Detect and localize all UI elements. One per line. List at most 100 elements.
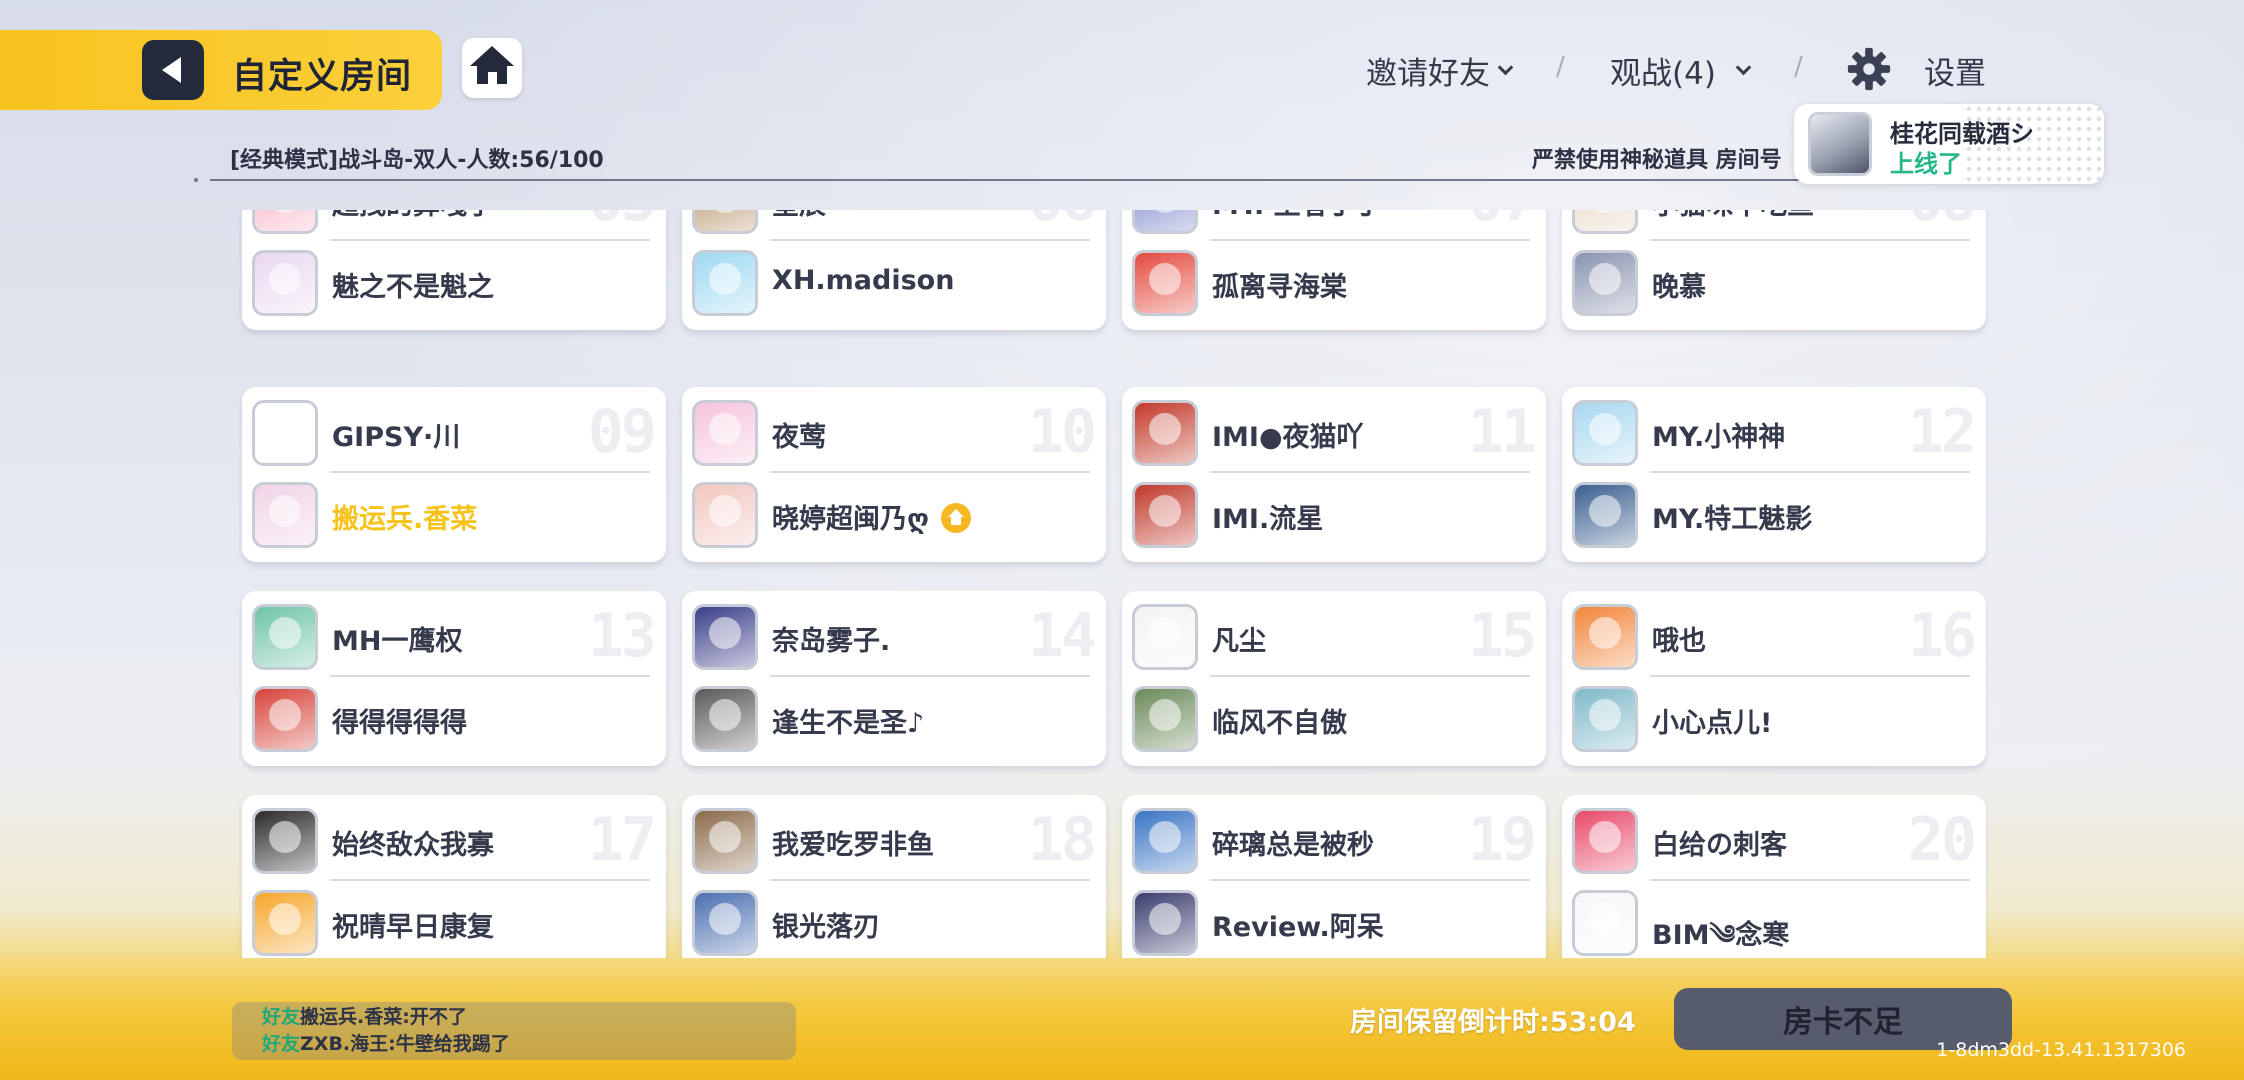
avatar[interactable] <box>692 604 758 670</box>
chat-box[interactable]: 好友搬运兵.香菜:开不了 好友ZXB.海王:牛壁给我踢了 <box>232 1002 796 1060</box>
avatar[interactable] <box>1572 250 1638 316</box>
avatar[interactable] <box>692 686 758 752</box>
player-slot[interactable]: 小猫咪不吃鱼 <box>1572 210 1972 237</box>
player-name-text: 小心点儿! <box>1652 708 1773 739</box>
player-slot[interactable]: 魅之不是魁之 <box>252 247 652 319</box>
gear-icon[interactable] <box>1846 46 1892 92</box>
slot-divider <box>770 675 1090 677</box>
team-card[interactable]: 19 碎璃总是被秒 Review.阿呆 <box>1122 795 1546 958</box>
team-card[interactable]: 09 GIPSY·川 搬运兵.香菜 <box>242 387 666 562</box>
team-card[interactable]: 14 奈岛雾子. 逢生不是圣♪ <box>682 591 1106 766</box>
avatar[interactable] <box>252 482 318 548</box>
player-slot[interactable]: 临风不自傲 <box>1132 683 1532 755</box>
player-name: XH.madison <box>772 265 954 296</box>
slot-divider <box>1650 471 1970 473</box>
team-card[interactable]: 13 MH一鹰权 得得得得得 <box>242 591 666 766</box>
avatar[interactable] <box>252 686 318 752</box>
avatar[interactable] <box>692 250 758 316</box>
player-slot[interactable]: BIM༄念寒 <box>1572 887 1972 958</box>
player-slot[interactable]: 哦也 <box>1572 601 1972 673</box>
team-card[interactable]: 18 我爱吃罗非鱼 银光落刃 <box>682 795 1106 958</box>
team-card[interactable]: 07MY. 王者丁丁孤离寻海棠 <box>1122 210 1546 330</box>
team-grid[interactable]: 05超拽的鼻嘎子魅之不是魁之06星辰XH.madison07MY. 王者丁丁孤离… <box>238 210 1988 958</box>
avatar[interactable] <box>252 890 318 956</box>
team-card[interactable]: 08小猫咪不吃鱼晚慕 <box>1562 210 1986 330</box>
player-slot[interactable]: GIPSY·川 <box>252 397 652 469</box>
spectate-button[interactable]: 观战(4) <box>1610 48 1752 93</box>
menu-separator: / <box>1556 52 1565 82</box>
friend-online-toast[interactable]: 桂花同载酒シ 上线了 <box>1794 104 2104 184</box>
player-slot[interactable]: MY.小神神 <box>1572 397 1972 469</box>
avatar[interactable] <box>1572 400 1638 466</box>
team-card[interactable]: 06星辰XH.madison <box>682 210 1106 330</box>
avatar[interactable] <box>1572 482 1638 548</box>
avatar[interactable] <box>1572 686 1638 752</box>
player-name: BIM༄念寒 <box>1652 905 1789 958</box>
player-slot[interactable]: 碎璃总是被秒 <box>1132 805 1532 877</box>
player-slot[interactable]: 银光落刃 <box>692 887 1092 958</box>
player-slot[interactable]: 夜莺 <box>692 397 1092 469</box>
team-card[interactable]: 20 白给の刺客 BIM༄念寒 <box>1562 795 1986 958</box>
player-name: MH一鹰权 <box>332 619 462 658</box>
player-slot[interactable]: 凡尘 <box>1132 601 1532 673</box>
avatar[interactable] <box>252 604 318 670</box>
player-slot[interactable]: 我爱吃罗非鱼 <box>692 805 1092 877</box>
avatar[interactable] <box>1132 604 1198 670</box>
avatar[interactable] <box>1132 250 1198 316</box>
player-slot[interactable]: XH.madison <box>692 247 1092 319</box>
player-slot[interactable]: 超拽的鼻嘎子 <box>252 210 652 237</box>
slot-divider <box>1650 239 1970 241</box>
player-slot[interactable]: MY. 王者丁丁 <box>1132 210 1532 237</box>
player-slot[interactable]: IMI●夜猫吖 <box>1132 397 1532 469</box>
player-slot[interactable]: Review.阿呆 <box>1132 887 1532 958</box>
avatar[interactable] <box>1132 686 1198 752</box>
page-title: 自定义房间 <box>232 57 413 97</box>
avatar[interactable] <box>1132 210 1198 234</box>
team-card[interactable]: 11 IMI●夜猫吖 IMI.流星 <box>1122 387 1546 562</box>
player-slot[interactable]: 祝晴早日康复 <box>252 887 652 958</box>
avatar[interactable] <box>1572 604 1638 670</box>
player-slot[interactable]: MY.特工魅影 <box>1572 479 1972 551</box>
avatar[interactable] <box>692 890 758 956</box>
player-slot[interactable]: 晓婷超闽乃ღ <box>692 479 1092 551</box>
avatar[interactable] <box>692 482 758 548</box>
avatar[interactable] <box>692 210 758 234</box>
avatar[interactable] <box>692 400 758 466</box>
home-button[interactable] <box>462 38 522 98</box>
player-slot[interactable]: 得得得得得 <box>252 683 652 755</box>
player-name: 得得得得得 <box>332 701 467 740</box>
player-slot[interactable]: 搬运兵.香菜 <box>252 479 652 551</box>
team-card[interactable]: 05超拽的鼻嘎子魅之不是魁之 <box>242 210 666 330</box>
avatar[interactable] <box>1572 890 1638 956</box>
team-card[interactable]: 10 夜莺 晓婷超闽乃ღ <box>682 387 1106 562</box>
player-slot[interactable]: 星辰 <box>692 210 1092 237</box>
avatar[interactable] <box>252 210 318 234</box>
avatar[interactable] <box>1132 890 1198 956</box>
avatar[interactable] <box>1132 482 1198 548</box>
settings-button[interactable]: 设置 <box>1924 48 1986 93</box>
avatar[interactable] <box>252 250 318 316</box>
player-slot[interactable]: 逢生不是圣♪ <box>692 683 1092 755</box>
avatar[interactable] <box>692 808 758 874</box>
avatar[interactable] <box>252 808 318 874</box>
back-button[interactable] <box>142 40 204 100</box>
player-slot[interactable]: 始终敌众我寡 <box>252 805 652 877</box>
avatar[interactable] <box>1572 808 1638 874</box>
avatar[interactable] <box>252 400 318 466</box>
invite-friends-button[interactable]: 邀请好友 <box>1366 48 1514 93</box>
player-slot[interactable]: 奈岛雾子. <box>692 601 1092 673</box>
player-slot[interactable]: 小心点儿! <box>1572 683 1972 755</box>
team-card[interactable]: 15 凡尘 临风不自傲 <box>1122 591 1546 766</box>
player-name-text: 晓婷超闽乃ღ <box>772 504 929 535</box>
team-card[interactable]: 12 MY.小神神 MY.特工魅影 <box>1562 387 1986 562</box>
avatar[interactable] <box>1132 808 1198 874</box>
avatar[interactable] <box>1572 210 1638 234</box>
player-slot[interactable]: 晚慕 <box>1572 247 1972 319</box>
player-slot[interactable]: MH一鹰权 <box>252 601 652 673</box>
avatar[interactable] <box>1132 400 1198 466</box>
player-slot[interactable]: 白给の刺客 <box>1572 805 1972 877</box>
player-slot[interactable]: IMI.流星 <box>1132 479 1532 551</box>
player-slot[interactable]: 孤离寻海棠 <box>1132 247 1532 319</box>
team-card[interactable]: 16 哦也 小心点儿! <box>1562 591 1986 766</box>
team-card[interactable]: 17 始终敌众我寡 祝晴早日康复 <box>242 795 666 958</box>
